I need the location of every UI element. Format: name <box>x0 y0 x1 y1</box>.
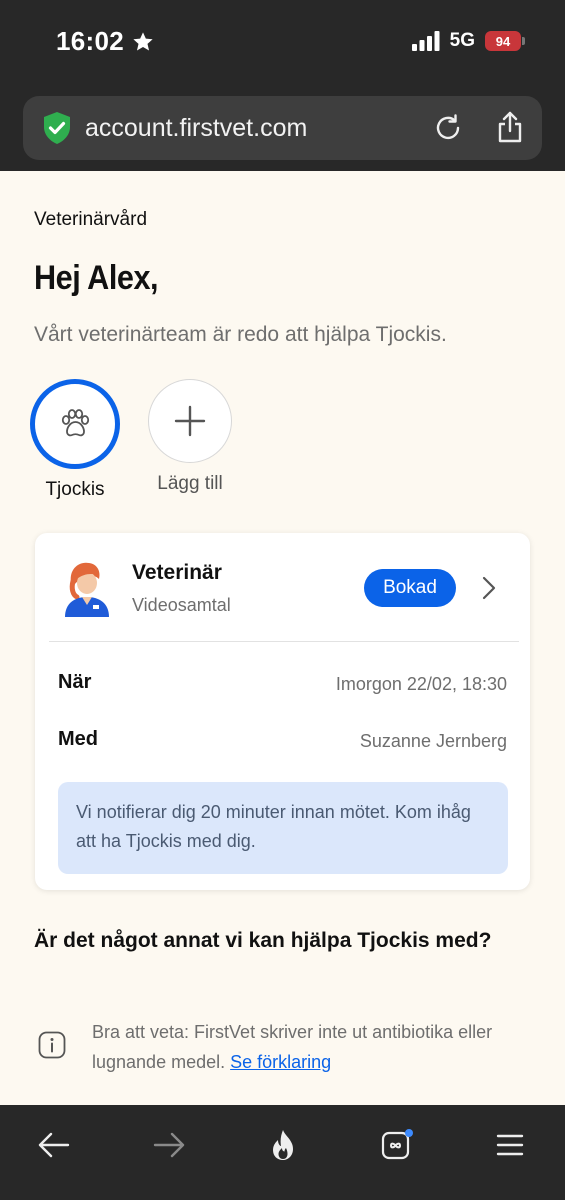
with-value: Suzanne Jernberg <box>359 731 507 751</box>
flame-icon <box>273 1130 293 1160</box>
url-text[interactable]: account.firstvet.com <box>85 114 307 143</box>
status-bar: 16:02 5G 94 <box>0 0 565 88</box>
with-label: Med <box>58 728 98 750</box>
arrow-left-icon <box>38 1132 70 1158</box>
paw-icon <box>61 409 90 437</box>
address-bar[interactable]: account.firstvet.com <box>23 96 542 160</box>
help-question-heading: Är det något annat vi kan hjälpa Tjockis… <box>34 929 492 952</box>
tabs-button[interactable] <box>377 1125 417 1165</box>
page-content: Veterinärvård Hej Alex, Vårt veterinärte… <box>0 171 565 1105</box>
info-icon <box>38 1031 66 1059</box>
forward-button[interactable] <box>149 1125 189 1165</box>
page-title: Hej Alex, <box>34 259 159 297</box>
chevron-right-icon[interactable] <box>481 575 497 601</box>
card-divider <box>49 641 519 642</box>
when-label: När <box>58 671 92 693</box>
star-icon <box>133 31 153 51</box>
hamburger-menu-icon <box>496 1134 524 1156</box>
appointment-type: Videosamtal <box>132 595 231 615</box>
browser-toolbar <box>0 1105 565 1200</box>
good-to-know-note: Bra att veta: FirstVet skriver inte ut a… <box>92 1017 532 1077</box>
arrow-right-icon <box>153 1132 185 1158</box>
breadcrumb[interactable]: Veterinärvård <box>34 209 147 231</box>
explanation-link[interactable]: Se förklaring <box>230 1052 331 1072</box>
appointment-card[interactable]: Veterinär Videosamtal Bokad När Imorgon … <box>35 533 530 890</box>
add-pet-button[interactable]: Lägg till <box>145 379 235 495</box>
signal-icon <box>411 31 440 51</box>
browser-chrome: account.firstvet.com <box>0 88 565 171</box>
status-badge: Bokad <box>364 569 456 607</box>
infinity-tabs-icon <box>381 1129 413 1160</box>
reload-icon[interactable] <box>432 112 464 144</box>
page-subtitle: Vårt veterinärteam är redo att hjälpa Tj… <box>34 323 447 346</box>
shield-check-icon <box>44 112 70 144</box>
flame-button[interactable] <box>263 1125 303 1165</box>
notification-info: Vi notifierar dig 20 minuter innan mötet… <box>58 782 508 874</box>
vet-avatar <box>65 562 109 617</box>
when-value: Imorgon 22/02, 18:30 <box>335 674 507 694</box>
plus-icon <box>174 405 206 437</box>
network-type: 5G <box>449 30 475 51</box>
back-button[interactable] <box>34 1125 74 1165</box>
pet-avatar[interactable] <box>30 379 120 469</box>
status-time: 16:02 <box>56 26 154 57</box>
pet-label: Tjockis <box>45 479 105 500</box>
battery-icon: 94 <box>485 31 525 51</box>
add-pet-label: Lägg till <box>157 473 223 494</box>
appointment-title: Veterinär <box>132 561 222 584</box>
pet-tjockis[interactable]: Tjockis <box>30 379 120 501</box>
menu-button[interactable] <box>490 1125 530 1165</box>
add-pet-circle[interactable] <box>148 379 232 463</box>
share-icon[interactable] <box>494 110 526 144</box>
